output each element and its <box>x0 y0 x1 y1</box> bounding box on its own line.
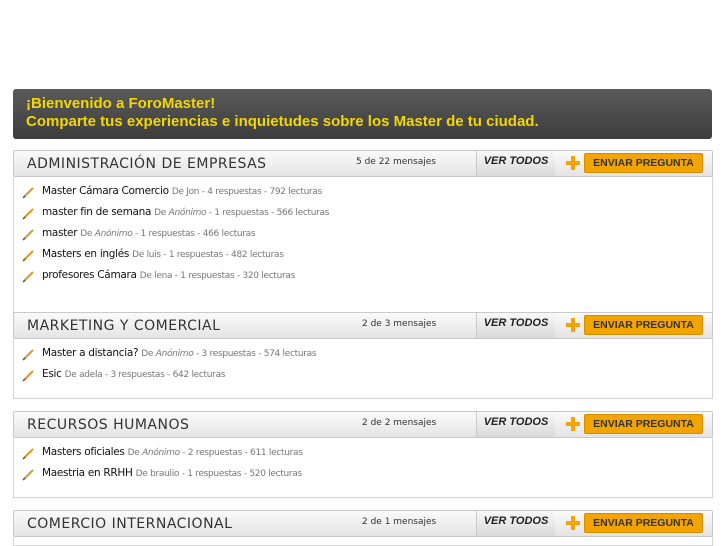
pencil-icon <box>22 469 34 481</box>
section-title[interactable]: RECURSOS HUMANOS <box>27 417 189 433</box>
post-author: luis <box>146 250 162 260</box>
post-stats: - 3 respuestas - 574 lecturas <box>196 349 317 359</box>
list-item: Master Cámara Comercio De Jon - 4 respue… <box>14 185 712 206</box>
post-list: Master Cámara Comercio De Jon - 4 respue… <box>13 177 713 325</box>
message-count: 2 de 1 mensajes <box>362 517 437 527</box>
list-item: profesores Cámara De lena - 1 respuestas… <box>14 269 712 290</box>
list-item: master fin de semana De Anónimo - 1 resp… <box>14 206 712 227</box>
welcome-banner: ¡Bienvenido a ForoMaster! Comparte tus e… <box>13 89 712 139</box>
pencil-icon <box>22 271 34 283</box>
list-item: master De Anónimo - 1 respuestas - 466 l… <box>14 227 712 248</box>
post-stats: - 3 respuestas - 642 lecturas <box>104 370 226 380</box>
post-stats: - 2 respuestas - 611 lecturas <box>182 448 303 458</box>
by-label: De <box>141 349 154 359</box>
pencil-icon <box>22 229 34 241</box>
pencil-icon <box>22 208 34 220</box>
post-title-link[interactable]: Masters oficiales <box>42 446 125 458</box>
ver-todos-button[interactable]: VER TODOS <box>476 313 555 338</box>
by-label: De <box>127 448 140 458</box>
forum-section-comercio-internacional: COMERCIO INTERNACIONAL 2 de 1 mensajes V… <box>13 510 713 546</box>
section-title[interactable]: ADMINISTRACIÓN DE EMPRESAS <box>27 156 267 172</box>
by-label: De <box>135 469 148 479</box>
forum-section-marketing: MARKETING Y COMERCIAL 2 de 3 mensajes VE… <box>13 312 713 399</box>
enviar-pregunta-button[interactable]: ENVIAR PREGUNTA <box>584 153 703 173</box>
pencil-icon <box>22 349 34 361</box>
list-item: Masters en inglés De luis - 1 respuestas… <box>14 248 712 269</box>
pencil-icon <box>22 448 34 460</box>
enviar-pregunta-button[interactable]: ENVIAR PREGUNTA <box>584 315 703 335</box>
post-list: Master a distancia? De Anónimo - 3 respu… <box>13 339 713 399</box>
banner-tagline: Comparte tus experiencias e inquietudes … <box>26 113 539 130</box>
plus-icon[interactable] <box>566 318 580 332</box>
post-author: Jon <box>186 187 200 197</box>
list-item: Maestria en RRHH De braulio - 1 respuest… <box>14 467 712 488</box>
list-item: Esic De adela - 3 respuestas - 642 lectu… <box>14 368 712 389</box>
post-stats: - 1 respuestas - 466 lecturas <box>135 229 256 239</box>
post-author: lena <box>154 271 173 281</box>
section-header: RECURSOS HUMANOS 2 de 2 mensajes VER TOD… <box>13 411 713 438</box>
section-title[interactable]: MARKETING Y COMERCIAL <box>27 318 220 334</box>
enviar-pregunta-button[interactable]: ENVIAR PREGUNTA <box>584 414 703 434</box>
section-header: COMERCIO INTERNACIONAL 2 de 1 mensajes V… <box>13 510 713 537</box>
section-title[interactable]: COMERCIO INTERNACIONAL <box>27 516 232 532</box>
by-label: De <box>154 208 167 218</box>
post-author: Anónimo <box>155 349 194 359</box>
pencil-icon <box>22 370 34 382</box>
section-header: ADMINISTRACIÓN DE EMPRESAS 5 de 22 mensa… <box>13 150 713 177</box>
list-item: Masters oficiales De Anónimo - 2 respues… <box>14 446 712 467</box>
post-title-link[interactable]: Esic <box>42 368 62 380</box>
post-title-link[interactable]: Maestria en RRHH <box>42 467 133 479</box>
forum-section-recursos-humanos: RECURSOS HUMANOS 2 de 2 mensajes VER TOD… <box>13 411 713 498</box>
post-title-link[interactable]: master <box>42 227 78 239</box>
banner-welcome-line: ¡Bienvenido a ForoMaster! <box>26 95 216 112</box>
ver-todos-button[interactable]: VER TODOS <box>476 412 555 437</box>
pencil-icon <box>22 250 34 262</box>
message-count: 5 de 22 mensajes <box>356 157 436 167</box>
post-author: adela <box>79 370 103 380</box>
message-count: 2 de 2 mensajes <box>362 418 437 428</box>
post-stats: - 1 respuestas - 520 lecturas <box>181 469 303 479</box>
by-label: De <box>64 370 77 380</box>
by-label: De <box>132 250 145 260</box>
post-title-link[interactable]: master fin de semana <box>42 206 151 218</box>
by-label: De <box>139 271 152 281</box>
post-title-link[interactable]: Master Cámara Comercio <box>42 185 169 197</box>
post-author: braulio <box>150 469 180 479</box>
plus-icon[interactable] <box>566 156 580 170</box>
post-author: Anónimo <box>168 208 207 218</box>
message-count: 2 de 3 mensajes <box>362 319 437 329</box>
plus-icon[interactable] <box>566 516 580 530</box>
pencil-icon <box>22 187 34 199</box>
by-label: De <box>171 187 184 197</box>
post-stats: - 1 respuestas - 566 lecturas <box>208 208 330 218</box>
post-list: Masters oficiales De Anónimo - 2 respues… <box>13 438 713 498</box>
section-header: MARKETING Y COMERCIAL 2 de 3 mensajes VE… <box>13 312 713 339</box>
post-stats: - 4 respuestas - 792 lecturas <box>201 187 323 197</box>
by-label: De <box>80 229 93 239</box>
post-stats: - 1 respuestas - 320 lecturas <box>174 271 296 281</box>
post-title-link[interactable]: profesores Cámara <box>42 269 137 281</box>
post-author: Anónimo <box>94 229 133 239</box>
ver-todos-button[interactable]: VER TODOS <box>476 511 555 536</box>
forum-section-administracion: ADMINISTRACIÓN DE EMPRESAS 5 de 22 mensa… <box>13 150 713 325</box>
post-stats: - 1 respuestas - 482 lecturas <box>163 250 284 260</box>
post-title-link[interactable]: Master a distancia? <box>42 347 139 359</box>
plus-icon[interactable] <box>566 417 580 431</box>
ver-todos-button[interactable]: VER TODOS <box>476 151 555 176</box>
enviar-pregunta-button[interactable]: ENVIAR PREGUNTA <box>584 513 703 533</box>
list-item: Master a distancia? De Anónimo - 3 respu… <box>14 347 712 368</box>
post-title-link[interactable]: Masters en inglés <box>42 248 129 260</box>
post-author: Anónimo <box>142 448 180 458</box>
